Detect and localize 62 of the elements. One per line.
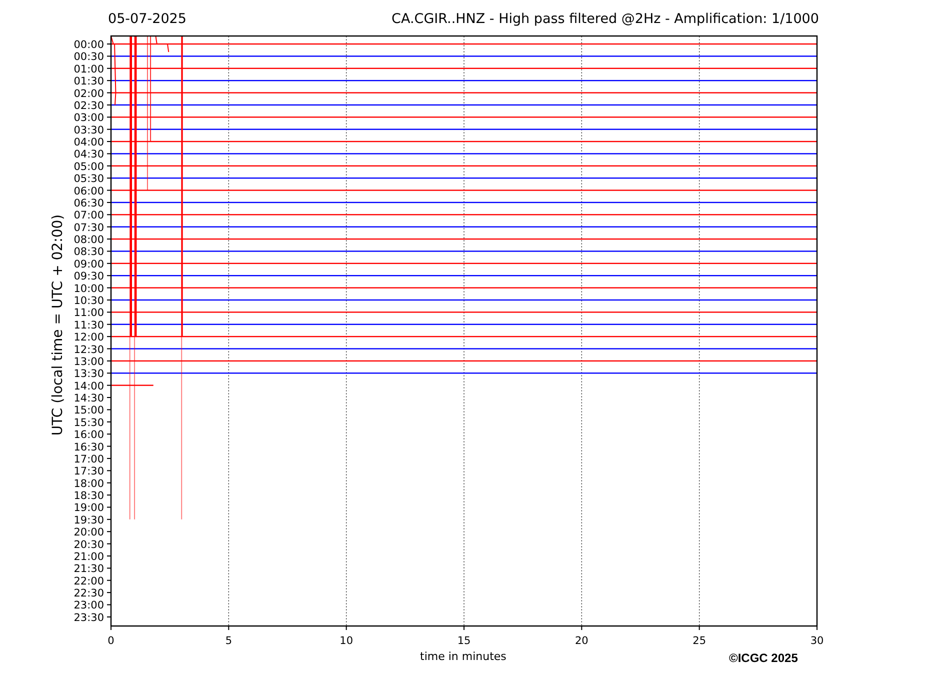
y-tick-label: 13:00 (74, 356, 104, 368)
y-tick-label: 20:30 (74, 538, 104, 551)
y-tick-label: 22:30 (74, 588, 104, 600)
y-tick-label: 13:30 (74, 368, 104, 380)
y-axis-label: UTC (local time = UTC + 02:00) (50, 214, 66, 436)
date-label: 05-07-2025 (108, 11, 186, 27)
y-tick-label: 11:00 (74, 307, 104, 320)
y-tick-label: 02:00 (74, 88, 104, 100)
y-tick-label: 21:00 (74, 550, 104, 563)
y-tick-label: 04:00 (74, 136, 104, 149)
y-tick-label: 11:30 (74, 319, 104, 332)
y-tick-label: 14:30 (74, 392, 104, 404)
x-tick-label: 25 (692, 635, 706, 647)
y-tick-label: 03:30 (74, 124, 104, 136)
x-tick-label: 30 (810, 635, 824, 647)
y-tick-label: 17:00 (74, 453, 104, 466)
y-tick-label: 04:30 (74, 148, 104, 161)
y-tick-label: 10:00 (74, 282, 104, 295)
y-tick-label: 16:30 (74, 441, 104, 454)
y-tick-label: 03:00 (74, 112, 104, 124)
x-tick-label: 5 (225, 635, 232, 647)
y-tick-label: 20:00 (74, 526, 104, 539)
y-tick-label: 15:00 (74, 404, 104, 417)
y-tick-label: 09:30 (74, 270, 104, 283)
y-tick-label: 01:30 (74, 76, 104, 88)
x-tick-label: 10 (340, 635, 354, 647)
y-tick-label: 01:00 (74, 63, 104, 76)
y-tick-label: 02:30 (74, 100, 104, 112)
x-tick-label: 15 (457, 635, 471, 647)
x-tick-label: 0 (108, 635, 114, 647)
y-tick-label: 07:30 (74, 222, 104, 234)
y-tick-label: 21:30 (74, 563, 104, 576)
y-tick-label: 12:30 (74, 344, 104, 356)
y-tick-label: 22:00 (74, 575, 104, 588)
y-tick-label: 05:30 (74, 173, 104, 186)
y-tick-label: 14:00 (74, 380, 104, 392)
y-tick-label: 12:00 (74, 332, 104, 344)
y-tick-label: 07:00 (74, 210, 104, 222)
y-tick-label: 06:00 (74, 185, 104, 198)
y-tick-label: 05:00 (74, 160, 104, 173)
seismic-spike (110, 36, 116, 106)
y-tick-label: 23:00 (74, 600, 104, 612)
copyright-label: ©ICGC 2025 (729, 651, 798, 665)
y-tick-label: 23:30 (74, 612, 104, 624)
y-tick-label: 16:00 (74, 429, 104, 442)
y-tick-label: 17:30 (74, 466, 104, 478)
y-tick-label: 18:30 (74, 490, 104, 502)
y-tick-label: 00:30 (74, 51, 104, 64)
y-tick-label: 08:00 (74, 234, 104, 246)
y-tick-label: 19:00 (74, 502, 104, 514)
y-tick-label: 09:00 (74, 258, 104, 270)
y-tick-label: 06:30 (74, 197, 104, 210)
y-tick-label: 00:00 (74, 39, 104, 51)
y-tick-label: 18:00 (74, 478, 104, 490)
seismic-spike (155, 36, 170, 52)
y-tick-label: 15:30 (74, 416, 104, 429)
chart-title: CA.CGIR..HNZ - High pass filtered @2Hz - Amplification: 1/1000 (392, 11, 819, 27)
x-axis-label: time in minutes (420, 650, 506, 663)
y-tick-label: 19:30 (74, 514, 104, 526)
x-tick-label: 20 (574, 635, 588, 647)
y-tick-label: 10:30 (74, 295, 104, 307)
y-tick-label: 08:30 (74, 246, 104, 258)
